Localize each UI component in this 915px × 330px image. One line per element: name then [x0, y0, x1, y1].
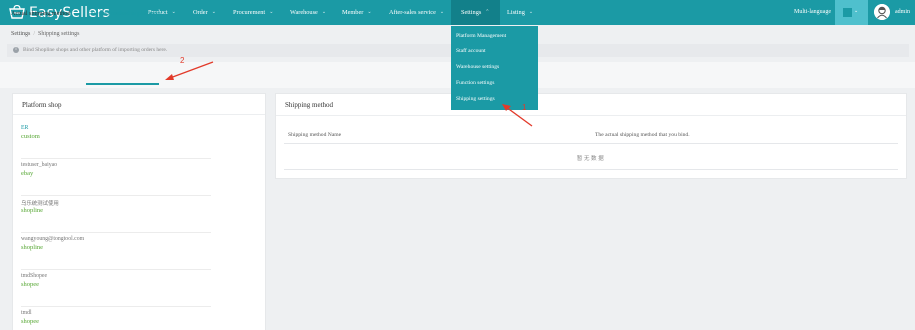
nav-after-sales[interactable]: After-sales service ⌄: [389, 0, 444, 25]
menu-item-shipping-settings[interactable]: Shipping settings: [456, 96, 495, 102]
nav-warehouse-label: Warehouse: [290, 9, 318, 16]
menu-item-function-settings[interactable]: Function settings: [456, 80, 494, 86]
shop-list-item[interactable]: wangyoung@tongtool.com shopline: [21, 236, 211, 270]
nav-procurement-label: Procurement: [233, 9, 266, 16]
tab-shipping-method-in-platforms[interactable]: Shipping method in platforms: [87, 10, 161, 17]
chevron-up-icon: ⌃: [485, 10, 490, 15]
shop-platform: shopline: [21, 207, 44, 214]
platform-shop-panel: Platform shop ER custom testuser_baiyao …: [12, 93, 266, 330]
breadcrumb-root[interactable]: Settings: [11, 31, 30, 37]
platform-shop-title: Platform shop: [22, 101, 62, 109]
shop-name: 乌乐统测试使用: [21, 201, 59, 207]
nav-after-sales-label: After-sales service: [389, 9, 436, 16]
chevron-down-icon: ⌄: [211, 10, 216, 15]
shop-platform: shopee: [21, 318, 40, 325]
nav-warehouse[interactable]: Warehouse ⌄: [290, 0, 326, 25]
table-header: Shipping method Name The actual shipping…: [284, 128, 898, 144]
info-icon: i: [13, 46, 19, 53]
nav-settings[interactable]: Settings ⌃: [451, 0, 500, 25]
avatar[interactable]: [874, 4, 890, 20]
annotation-label-1: 1: [522, 103, 527, 112]
shop-name: wangyoung@tongtool.com: [21, 236, 85, 242]
shipping-method-panel: Shipping method Shipping method Name The…: [275, 93, 907, 179]
divider: [276, 115, 906, 116]
annotation-label-2: 2: [180, 56, 185, 65]
settings-dropdown-menu: Platform Management Staff account Wareho…: [451, 26, 538, 110]
nav-listing-label: Listing: [507, 9, 525, 16]
theme-color-button[interactable]: ⌄: [835, 0, 868, 25]
chevron-down-icon: ⌄: [171, 10, 176, 15]
nav-member[interactable]: Member ⌄: [342, 0, 372, 25]
chevron-down-icon: ⌄: [439, 10, 445, 15]
shop-list-item[interactable]: 乌乐统测试使用 shopline: [21, 199, 211, 233]
breadcrumb-current: Shipping settings: [38, 31, 80, 37]
nav-settings-label: Settings: [461, 9, 482, 16]
chevron-down-icon: ⌄: [854, 9, 859, 14]
shop-list-item[interactable]: ER custom: [21, 125, 211, 159]
shop-platform: ebay: [21, 170, 34, 177]
divider: [13, 114, 265, 115]
nav-listing[interactable]: Listing ⌄: [507, 0, 533, 25]
nav-procurement[interactable]: Procurement ⌄: [233, 0, 273, 25]
chevron-down-icon: ⌄: [321, 10, 327, 15]
menu-item-warehouse-settings[interactable]: Warehouse settings: [456, 64, 499, 70]
shop-list-item[interactable]: tmdl shopee: [21, 310, 211, 330]
user-name[interactable]: admin: [895, 0, 910, 25]
shop-platform: shopee: [21, 281, 40, 288]
shop-list-item[interactable]: tmdShopee shopee: [21, 273, 211, 307]
active-tab-indicator: [86, 83, 159, 85]
nav-order-label: Order: [193, 9, 208, 16]
shop-list-item[interactable]: testuser_baiyao ebay: [21, 162, 211, 196]
column-header-actual-shipping-method: The actual shipping method that you bind…: [595, 132, 690, 138]
empty-table-row: 暂无数据: [284, 144, 898, 170]
chevron-down-icon: ⌄: [528, 10, 534, 15]
breadcrumb-separator: /: [33, 31, 36, 37]
tab-actual-shipping-method[interactable]: Actual shipping method: [11, 10, 70, 17]
shop-platform: custom: [21, 133, 40, 140]
nav-order[interactable]: Order ⌄: [193, 0, 216, 25]
shop-name: tmdl: [21, 310, 32, 316]
shop-platform: shopline: [21, 244, 44, 251]
shop-name: ER: [21, 125, 29, 131]
breadcrumb: Settings / Shipping settings: [11, 31, 80, 37]
empty-state-text: 暂无数据: [576, 156, 606, 162]
language-selector[interactable]: Multi-language: [794, 0, 831, 25]
notice-text: Bind Shopline shops and other platform o…: [23, 47, 168, 53]
color-swatch-icon: [843, 8, 852, 17]
shop-name: testuser_baiyao: [21, 162, 58, 168]
nav-member-label: Member: [342, 9, 364, 16]
shop-name: tmdShopee: [21, 273, 48, 279]
chevron-down-icon: ⌄: [367, 10, 372, 15]
column-header-shipping-method-name: Shipping method Name: [288, 132, 342, 138]
menu-item-platform-management[interactable]: Platform Management: [456, 33, 506, 39]
chevron-down-icon: ⌄: [269, 10, 274, 15]
menu-item-staff-account[interactable]: Staff account: [456, 48, 486, 54]
shipping-method-title: Shipping method: [285, 101, 334, 109]
